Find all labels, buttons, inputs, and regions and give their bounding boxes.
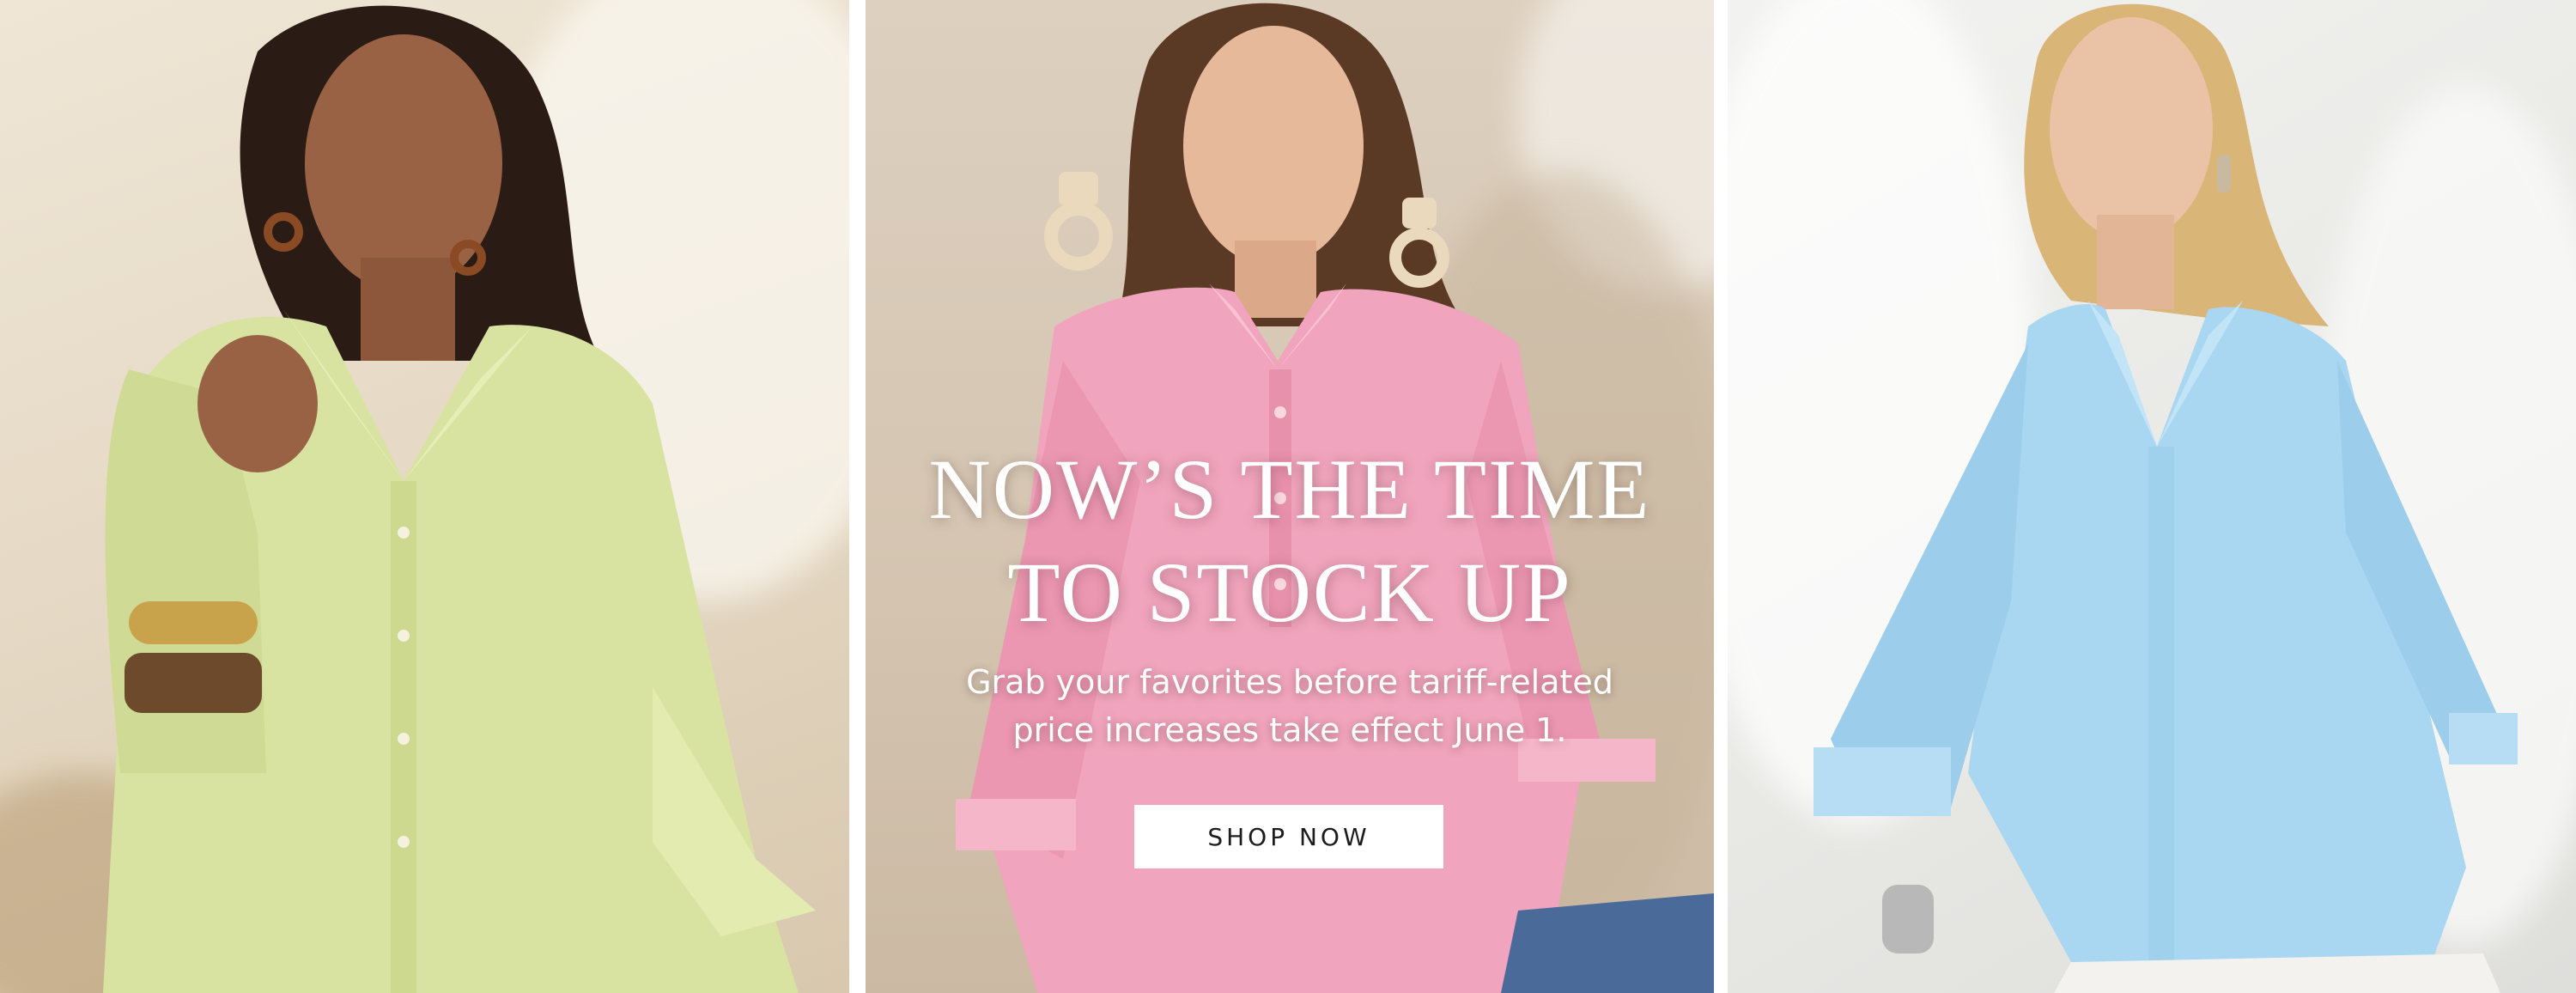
promo-subcopy: Grab your favorites before tariff-relate… (866, 658, 1714, 754)
model-figure-lime (103, 5, 816, 993)
promo-banner: NOW’S THE TIME TO STOCK UP Grab your fav… (0, 0, 2576, 993)
headline-line-1: NOW’S THE TIME (928, 442, 1651, 537)
shop-now-button[interactable]: SHOP NOW (1134, 805, 1443, 868)
subcopy-line-1: Grab your favorites before tariff-relate… (966, 663, 1613, 701)
subcopy-line-2: price increases take effect June 1. (1012, 711, 1567, 749)
headline-line-2: TO STOCK UP (1007, 545, 1572, 640)
model-photo-blue-shirt (1728, 0, 2576, 993)
model-photo-lime-shirt (0, 0, 849, 993)
model-figure-blue (1814, 3, 2518, 993)
promo-headline: NOW’S THE TIME TO STOCK UP (866, 438, 1714, 644)
